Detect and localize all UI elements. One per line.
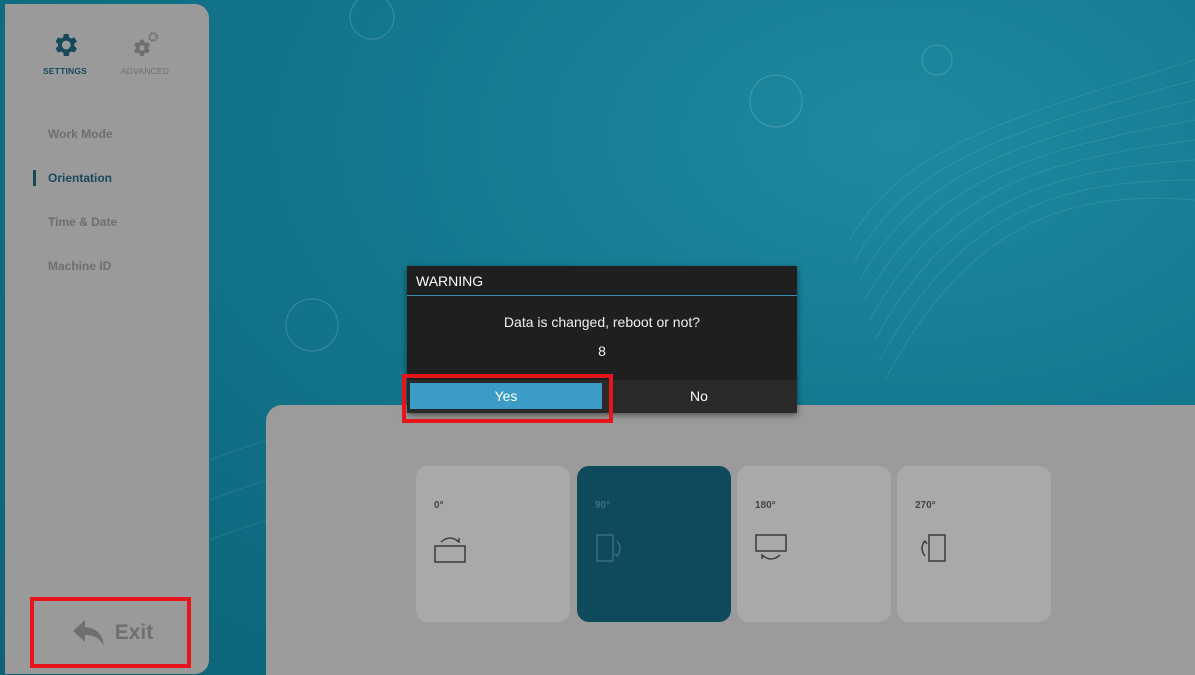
sidebar: SETTINGS ADVANCED Work Mode Orientation … xyxy=(5,4,209,674)
tab-advanced[interactable]: ADVANCED xyxy=(115,30,175,76)
highlight-box-yes xyxy=(402,374,613,423)
tab-settings-label: SETTINGS xyxy=(42,66,88,76)
sidebar-item-label: Time & Date xyxy=(48,215,118,229)
dialog-message: Data is changed, reboot or not? xyxy=(503,314,701,330)
sidebar-tabs: SETTINGS ADVANCED xyxy=(35,30,175,76)
orientation-option-label: 0° xyxy=(434,500,444,511)
highlight-box-exit xyxy=(30,597,191,668)
tab-settings[interactable]: SETTINGS xyxy=(35,30,95,76)
dialog-title: WARNING xyxy=(407,266,797,296)
tab-advanced-label: ADVANCED xyxy=(120,66,170,76)
orientation-option-0[interactable]: 0° xyxy=(416,466,570,622)
dialog-countdown: 8 xyxy=(598,343,606,359)
no-button[interactable]: No xyxy=(603,383,795,409)
gears-icon xyxy=(134,32,158,56)
orientation-option-label: 270° xyxy=(915,500,936,511)
rotate-0-icon xyxy=(434,537,466,563)
orientation-option-270[interactable]: 270° xyxy=(897,466,1051,622)
sidebar-item-label: Machine ID xyxy=(48,259,112,273)
rotate-90-icon xyxy=(596,534,621,562)
screen: SETTINGS ADVANCED Work Mode Orientation … xyxy=(0,0,1195,675)
sidebar-item-machine-id[interactable]: Machine ID xyxy=(5,252,209,296)
rotate-180-icon xyxy=(755,534,787,560)
sidebar-item-orientation[interactable]: Orientation xyxy=(5,164,209,208)
orientation-option-180[interactable]: 180° xyxy=(737,466,891,622)
orientation-option-label: 90° xyxy=(595,500,611,511)
sidebar-item-label: Work Mode xyxy=(48,127,113,141)
sidebar-item-work-mode[interactable]: Work Mode xyxy=(5,120,209,164)
sidebar-item-label: Orientation xyxy=(48,171,113,185)
orientation-option-label: 180° xyxy=(755,500,776,511)
orientation-option-90[interactable]: 90° xyxy=(577,466,731,622)
sidebar-nav: Work Mode Orientation Time & Date Machin… xyxy=(5,120,209,296)
rotate-270-icon xyxy=(921,534,946,562)
gear-icon xyxy=(55,34,77,56)
sidebar-item-time-date[interactable]: Time & Date xyxy=(5,208,209,252)
